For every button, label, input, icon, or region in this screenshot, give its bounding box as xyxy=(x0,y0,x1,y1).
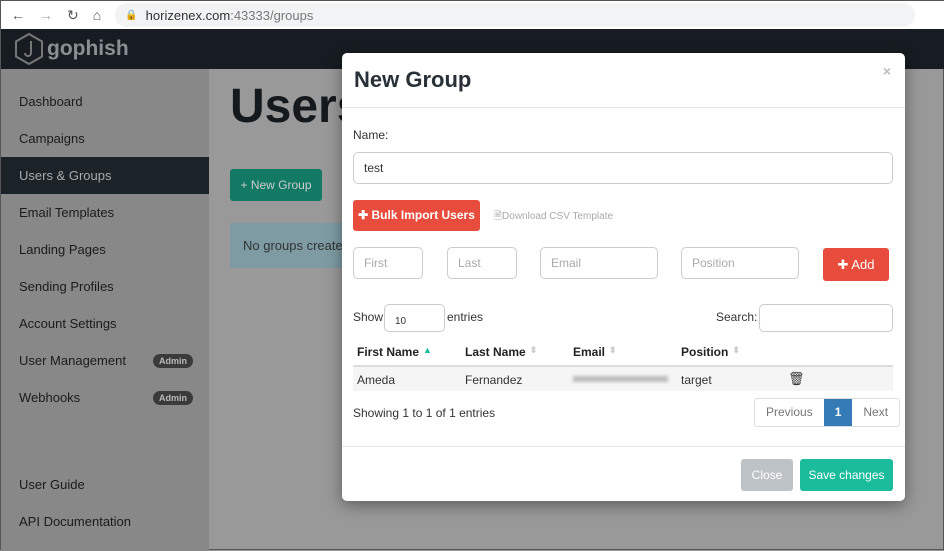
bulk-import-label: Bulk Import Users xyxy=(371,208,475,222)
logo[interactable]: gophish xyxy=(15,33,129,65)
cell-last-name: Fernandez xyxy=(465,373,523,387)
sidebar-item-user-management[interactable]: User Management Admin xyxy=(1,342,209,379)
table-info: Showing 1 to 1 of 1 entries xyxy=(353,406,496,420)
sidebar-item-users-groups[interactable]: Users & Groups xyxy=(1,157,209,194)
position-input[interactable]: Position xyxy=(681,247,799,279)
sort-icon: ⬍ xyxy=(529,345,538,355)
forward-icon[interactable]: → xyxy=(39,7,53,23)
new-group-label: New Group xyxy=(250,178,312,192)
url-host: horizenex.com xyxy=(145,7,231,23)
last-name-input[interactable]: Last Name xyxy=(447,247,517,279)
add-button[interactable]: ✚ Add xyxy=(823,248,889,281)
save-changes-button[interactable]: Save changes xyxy=(800,459,893,491)
bulk-import-button[interactable]: ✚ Bulk Import Users xyxy=(353,200,480,231)
sidebar-item-account-settings[interactable]: Account Settings xyxy=(1,305,209,342)
sidebar-item-campaigns[interactable]: Campaigns xyxy=(1,120,209,157)
sidebar-item-dashboard[interactable]: Dashboard xyxy=(1,83,209,120)
cell-email-redacted xyxy=(573,376,668,382)
cell-first-name: Ameda xyxy=(357,373,396,387)
back-icon[interactable]: ← xyxy=(11,7,25,23)
page-1-button[interactable]: 1 xyxy=(823,399,853,426)
name-label: Name: xyxy=(353,128,389,142)
sidebar-item-landing-pages[interactable]: Landing Pages xyxy=(1,231,209,268)
close-icon[interactable]: × xyxy=(883,63,891,79)
sidebar-item-label: Landing Pages xyxy=(19,242,106,257)
download-csv-label: Download CSV Template xyxy=(502,211,614,222)
column-first-name[interactable]: First Name ▲ xyxy=(357,345,432,359)
sidebar-item-label: Campaigns xyxy=(19,131,85,146)
trash-icon[interactable]: 🗑 xyxy=(788,371,805,387)
pagination: Previous 1 Next xyxy=(754,398,901,427)
sidebar-item-label: User Guide xyxy=(19,477,85,492)
add-label: Add xyxy=(851,257,875,272)
close-button[interactable]: Close xyxy=(741,459,793,491)
sidebar: Dashboard Campaigns Users & Groups Email… xyxy=(1,69,209,551)
sidebar-item-label: Users & Groups xyxy=(19,168,112,183)
cell-position: target xyxy=(681,373,712,387)
sidebar-item-label: API Documentation xyxy=(19,514,132,529)
previous-button[interactable]: Previous xyxy=(755,399,824,426)
next-button[interactable]: Next xyxy=(852,399,899,426)
group-name-input[interactable]: test xyxy=(353,152,893,184)
admin-badge: Admin xyxy=(153,390,193,405)
sidebar-item-label: Email Templates xyxy=(19,205,115,220)
sidebar-item-webhooks[interactable]: Webhooks Admin xyxy=(1,379,209,416)
file-excel-icon: 🗎 xyxy=(494,211,503,222)
download-csv-link[interactable]: 🗎Download CSV Template xyxy=(494,209,613,226)
column-last-name[interactable]: Last Name ⬍ xyxy=(465,345,537,359)
hook-logo-icon xyxy=(15,33,43,65)
brand-name: gophish xyxy=(47,37,129,60)
address-bar[interactable]: 🔒 horizenex.com:43333/groups xyxy=(115,3,916,27)
sidebar-item-label: Sending Profiles xyxy=(19,279,114,294)
admin-badge: Admin xyxy=(153,353,193,368)
home-icon[interactable]: ⌂ xyxy=(93,7,101,23)
search-label: Search: xyxy=(716,310,758,324)
column-label: Last Name xyxy=(465,345,526,359)
new-group-button[interactable]: + New Group xyxy=(230,169,322,201)
sidebar-item-label: Webhooks xyxy=(19,390,81,405)
entries-select[interactable]: 10 xyxy=(384,304,445,332)
column-label: Position xyxy=(681,345,729,359)
modal-title: New Group xyxy=(354,67,472,92)
sort-icon: ⬍ xyxy=(609,345,617,355)
search-input[interactable] xyxy=(759,304,893,332)
column-email[interactable]: Email ⬍ xyxy=(573,345,617,359)
browser-toolbar: ← → ↻ ⌂ 🔒 horizenex.com:43333/groups xyxy=(1,1,944,29)
column-label: Email xyxy=(573,345,606,359)
first-name-input[interactable]: First Name xyxy=(353,247,423,279)
email-input[interactable]: Email xyxy=(540,247,658,279)
entries-label: entries xyxy=(447,310,484,324)
sidebar-item-user-guide[interactable]: User Guide xyxy=(1,466,209,503)
modal-footer: Close Save changes xyxy=(342,446,905,501)
sidebar-item-email-templates[interactable]: Email Templates xyxy=(1,194,209,231)
reload-icon[interactable]: ↻ xyxy=(67,7,79,24)
lock-icon: 🔒 xyxy=(125,9,138,21)
sidebar-item-label: User Management xyxy=(19,353,126,368)
sort-icon: ⬍ xyxy=(732,345,740,355)
show-label: Show xyxy=(353,310,384,324)
sort-asc-icon: ▲ xyxy=(423,345,432,355)
sidebar-item-label: Dashboard xyxy=(19,94,83,109)
column-position[interactable]: Position ⬍ xyxy=(681,345,740,359)
new-group-modal: New Group × Name: test ✚ Bulk Import User… xyxy=(342,53,905,501)
sidebar-item-sending-profiles[interactable]: Sending Profiles xyxy=(1,268,209,305)
url-path: :43333/groups xyxy=(230,7,314,23)
sidebar-item-label: Account Settings xyxy=(19,316,117,331)
sidebar-item-api-documentation[interactable]: API Documentation xyxy=(1,503,209,540)
table-row: Ameda Fernandez target 🗑 xyxy=(353,365,893,391)
column-label: First Name xyxy=(357,345,420,359)
